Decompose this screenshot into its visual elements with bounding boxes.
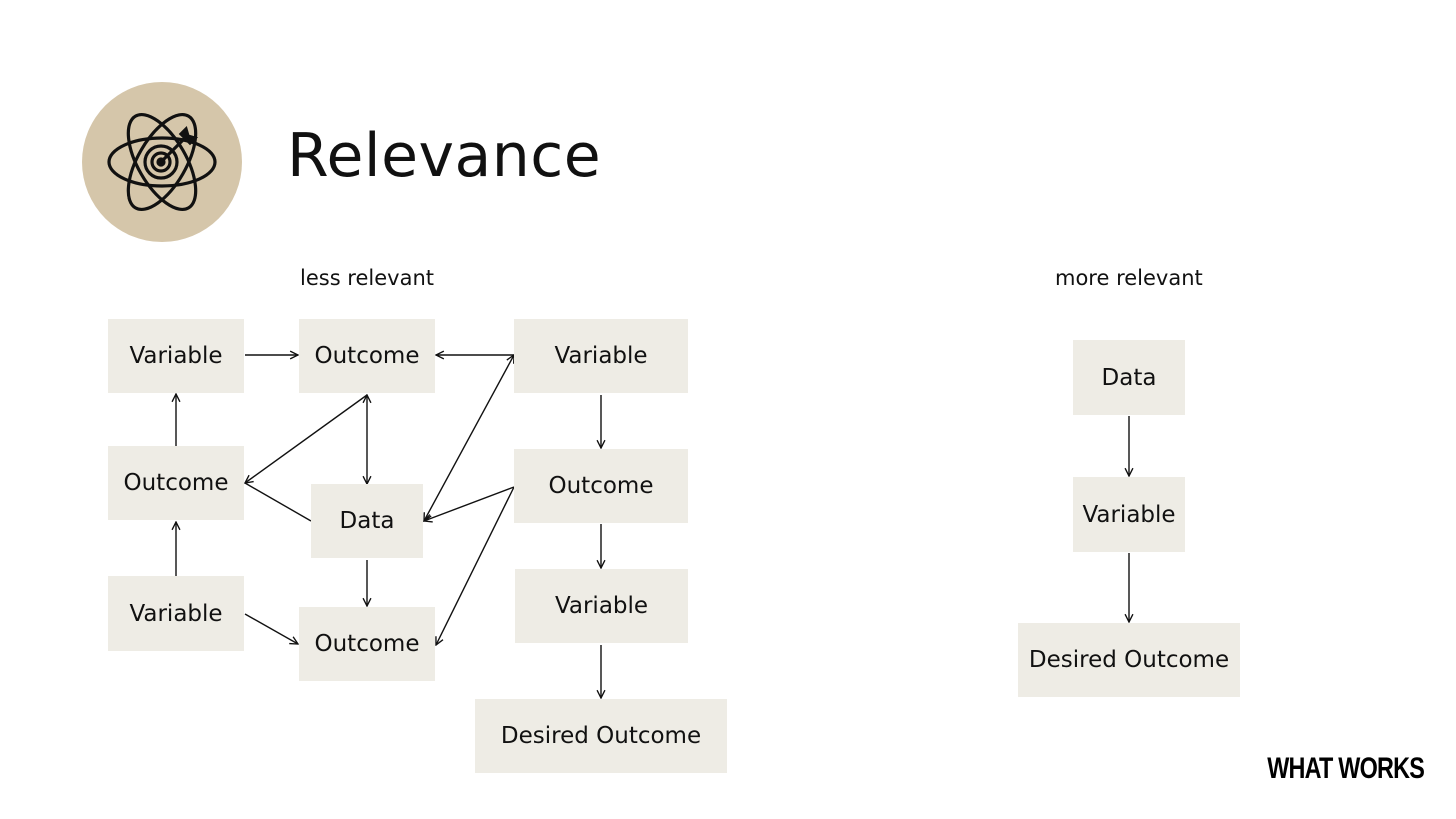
- node-desired-outcome: Desired Outcome: [475, 699, 727, 773]
- node-desired-outcome: Desired Outcome: [1018, 623, 1240, 697]
- edge-outcome-to-outcome-bottom: [436, 486, 515, 645]
- edge-variable-to-outcome-bottom: [244, 613, 298, 644]
- node-data: Data: [1073, 340, 1185, 415]
- node-variable: Variable: [1073, 477, 1185, 552]
- node-variable: Variable: [108, 576, 244, 651]
- node-outcome: Outcome: [299, 319, 435, 393]
- node-outcome: Outcome: [299, 607, 435, 681]
- edge-data-variable: [424, 355, 514, 521]
- node-variable: Variable: [514, 319, 688, 393]
- node-variable: Variable: [515, 569, 688, 643]
- edge-outcome-to-outcome-left: [245, 394, 368, 483]
- node-data: Data: [311, 484, 423, 558]
- node-outcome: Outcome: [108, 446, 244, 520]
- edge-data-to-outcome-left: [244, 482, 312, 522]
- node-outcome: Outcome: [514, 449, 688, 523]
- brand-logo: WHAT WORKS: [1267, 752, 1425, 785]
- node-variable: Variable: [108, 319, 244, 393]
